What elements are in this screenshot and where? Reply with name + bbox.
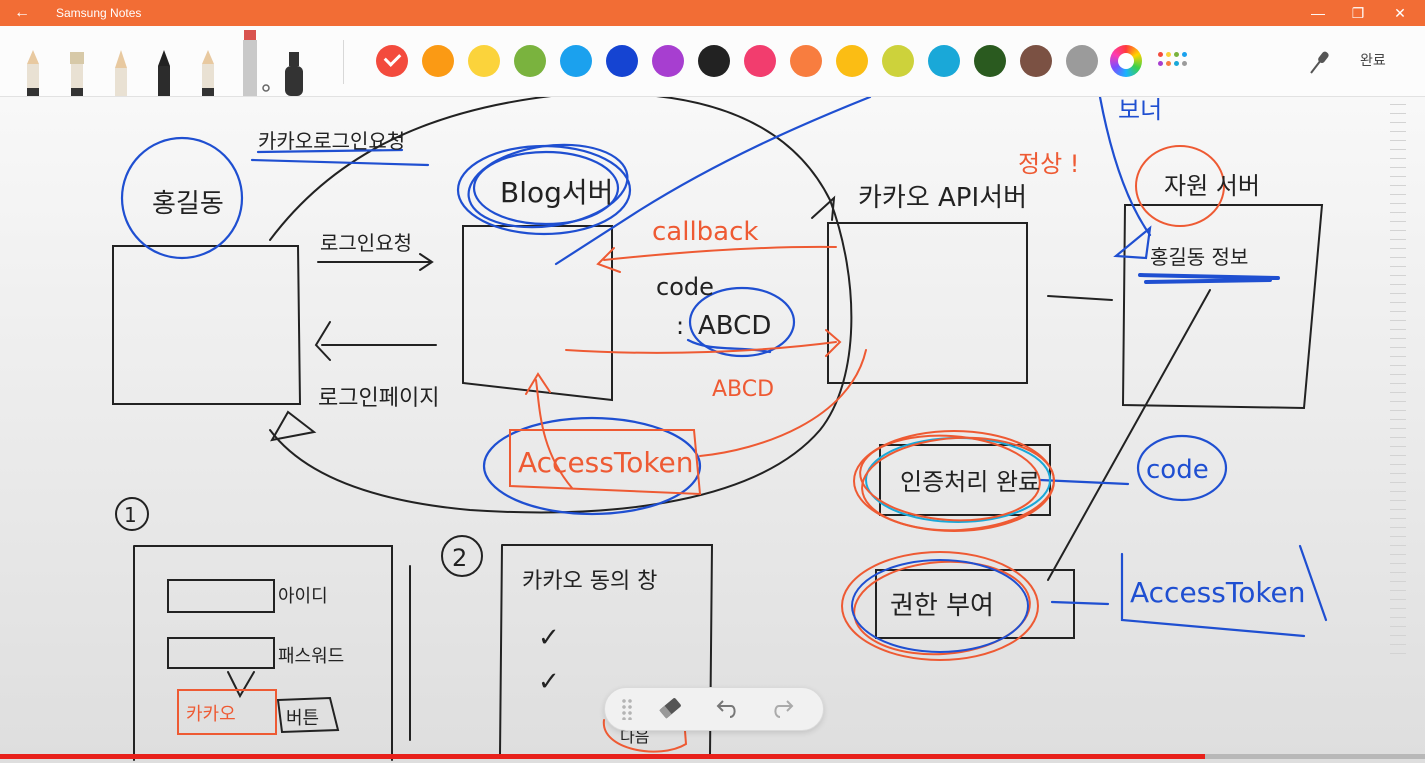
login-page-text: 로그인페이지: [318, 386, 439, 411]
redo-icon[interactable]: [767, 692, 801, 726]
color-swatch[interactable]: [1020, 45, 1052, 77]
pencil-icon[interactable]: [22, 50, 44, 96]
auth-done-text: 인증처리 완료: [900, 468, 1040, 496]
color-swatch[interactable]: [790, 45, 822, 77]
drag-handle-icon[interactable]: [621, 698, 633, 720]
color-swatch[interactable]: [514, 45, 546, 77]
color-swatch[interactable]: [606, 45, 638, 77]
more-colors-icon[interactable]: [1158, 52, 1188, 70]
floating-toolbar: [604, 687, 824, 731]
hong-info-text: 홍길동 정보: [1150, 245, 1248, 269]
abcd-text: ABCD: [698, 311, 771, 341]
pencil-2-icon[interactable]: [197, 50, 219, 96]
normal-text: 정상 !: [1018, 150, 1079, 178]
grant-text: 권한 부여: [890, 591, 994, 621]
color-swatch[interactable]: [1066, 45, 1098, 77]
access-token-text: AccessToken: [518, 446, 694, 479]
color-swatch[interactable]: [468, 45, 500, 77]
color-swatch[interactable]: [560, 45, 592, 77]
toolbar-divider: [343, 40, 344, 84]
maximize-button[interactable]: ❐: [1338, 0, 1378, 26]
color-swatch[interactable]: [422, 45, 454, 77]
calligraphy-pen-icon[interactable]: [110, 50, 132, 96]
video-progress-bar[interactable]: [0, 754, 1205, 759]
check-mark-1: ✓: [538, 623, 560, 653]
color-swatch[interactable]: [974, 45, 1006, 77]
title-bar: ← Samsung Notes — ❐ ✕: [0, 0, 1425, 26]
callback-text: callback: [652, 217, 758, 247]
color-swatch[interactable]: [652, 45, 684, 77]
resource-server-text: 자원 서버: [1164, 172, 1260, 200]
minimize-button[interactable]: —: [1298, 0, 1338, 26]
color-swatch[interactable]: [698, 45, 730, 77]
id-label-text: 아이디: [278, 586, 328, 607]
step2-text: 2: [452, 544, 467, 572]
undo-icon[interactable]: [709, 692, 743, 726]
kakao-consent-text: 카카오 동의 창: [522, 569, 657, 594]
close-button[interactable]: ✕: [1380, 0, 1420, 26]
button-label-text: 버튼: [286, 708, 319, 729]
marker-icon[interactable]: [240, 30, 272, 96]
abcd-arrow-text: ABCD: [712, 377, 774, 402]
color-swatch[interactable]: [376, 45, 408, 77]
note-canvas[interactable]: 홍길동 카카오로그인요청 로그인요청 로그인페이지 Blog서버 code : …: [0, 97, 1425, 763]
blog-server-text: Blog서버: [500, 176, 613, 209]
hong-gildong-text: 홍길동: [152, 189, 224, 219]
back-button[interactable]: ←: [10, 2, 34, 24]
code-label-text: code: [656, 273, 714, 301]
code-colon: :: [676, 312, 684, 340]
page-scroll-ruler[interactable]: [1390, 104, 1406, 654]
kakao-api-server-text: 카카오 API서버: [858, 183, 1027, 213]
access-token-right-text: AccessToken: [1130, 576, 1306, 609]
pen-toolbar: 완료: [0, 26, 1425, 97]
app-title: Samsung Notes: [56, 6, 142, 20]
step1-text: 1: [124, 503, 137, 527]
eyedropper-icon[interactable]: [1306, 48, 1330, 76]
resource-owner-text: 보너: [1118, 97, 1162, 124]
fountain-pen-icon[interactable]: [153, 50, 175, 96]
kakao-login-request-text: 카카오로그인요청: [258, 129, 405, 153]
pw-label-text: 패스워드: [278, 646, 344, 667]
brush-icon[interactable]: [66, 50, 88, 96]
color-wheel-icon[interactable]: [1110, 45, 1142, 77]
kakao-button-text: 카카오: [186, 704, 236, 725]
eraser-icon[interactable]: [653, 692, 687, 726]
done-button[interactable]: 완료: [1360, 50, 1386, 70]
color-swatch[interactable]: [744, 45, 776, 77]
code-box-text: code: [1146, 455, 1209, 485]
color-swatch[interactable]: [836, 45, 868, 77]
check-mark-2: ✓: [538, 667, 560, 697]
login-request-text: 로그인요청: [320, 231, 412, 255]
color-swatch[interactable]: [928, 45, 960, 77]
color-swatch[interactable]: [882, 45, 914, 77]
highlighter-icon[interactable]: [283, 52, 305, 96]
video-progress-remaining: [1205, 754, 1425, 759]
